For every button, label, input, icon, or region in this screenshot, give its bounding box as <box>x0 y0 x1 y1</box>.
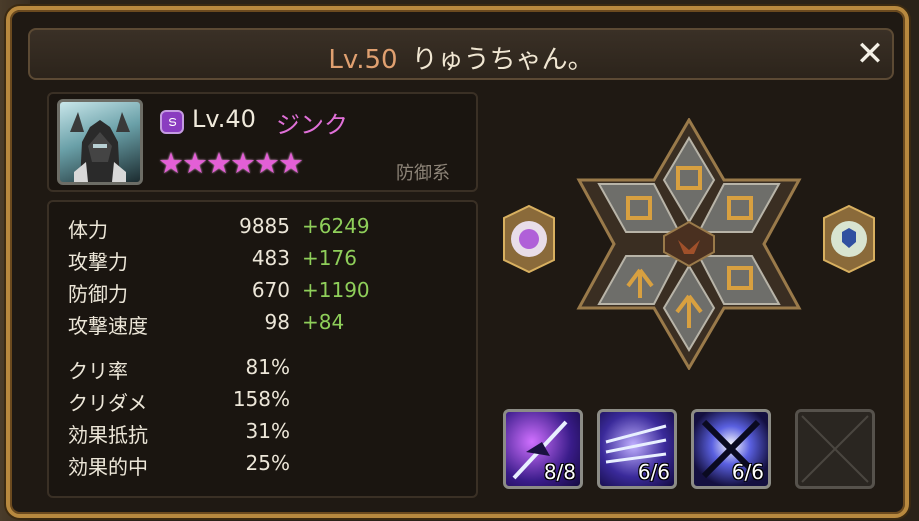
rune-slots <box>576 118 802 370</box>
star-rating: ★★★★★★ <box>158 146 304 180</box>
monster-level: Lv.40 <box>192 105 256 133</box>
stat-row-defense: 防御力 670 +1190 <box>68 278 388 310</box>
stat-label: クリダメ <box>68 391 148 415</box>
stat-base: 25% <box>245 451 290 475</box>
stat-base: 9885 <box>239 214 290 238</box>
stat-row-accuracy: 効果的中 25% <box>68 451 388 483</box>
stat-label: 攻撃力 <box>68 250 128 274</box>
stat-bonus: +6249 <box>302 214 370 238</box>
owner-level: Lv.50 <box>328 45 398 75</box>
stat-row-speed: 攻撃速度 98 +84 <box>68 310 388 342</box>
stat-row-resistance: 効果抵抗 31% <box>68 419 388 451</box>
stat-row-attack: 攻撃力 483 +176 <box>68 246 388 278</box>
stat-bonus: +1190 <box>302 278 370 302</box>
skill-3[interactable]: 6/6 <box>691 409 771 489</box>
skill-level: 6/6 <box>637 460 670 484</box>
dark-element-icon: ട <box>160 110 184 134</box>
stat-row-crit-damage: クリダメ 158% <box>68 387 388 419</box>
stat-label: クリ率 <box>68 359 128 383</box>
rune-set-left[interactable] <box>500 204 558 274</box>
monster-name: ジンク <box>276 111 348 139</box>
skill-slot-empty <box>795 409 875 489</box>
skill-2[interactable]: 6/6 <box>597 409 677 489</box>
rune-set-right[interactable] <box>820 204 878 274</box>
empty-slot-icon <box>801 415 869 483</box>
monster-portrait[interactable] <box>57 99 143 185</box>
close-button[interactable]: ✕ <box>852 36 888 72</box>
owner-name: りゅうちゃん。 <box>411 45 594 75</box>
title-bar: Lv.50 りゅうちゃん。 <box>28 28 894 80</box>
stat-base: 98 <box>264 310 290 334</box>
stat-bonus: +176 <box>302 246 357 270</box>
stat-label: 防御力 <box>68 282 128 306</box>
stat-base: 670 <box>251 278 290 302</box>
stat-base: 81% <box>245 355 290 379</box>
monster-type: 防御系 <box>396 163 450 184</box>
stat-label: 体力 <box>68 218 108 242</box>
skill-1[interactable]: 8/8 <box>503 409 583 489</box>
stat-row-crit-rate: クリ率 81% <box>68 355 388 387</box>
stat-base: 158% <box>232 387 290 411</box>
stat-label: 効果抵抗 <box>68 423 148 447</box>
skill-level: 6/6 <box>731 460 764 484</box>
title: Lv.50 りゅうちゃん。 <box>30 39 892 76</box>
stat-bonus: +84 <box>302 310 345 334</box>
skill-level: 8/8 <box>543 460 576 484</box>
stat-label: 効果的中 <box>68 455 148 479</box>
stat-base: 31% <box>245 419 290 443</box>
stat-row-hp: 体力 9885 +6249 <box>68 214 388 246</box>
knight-portrait-icon <box>70 112 130 182</box>
stat-base: 483 <box>251 246 290 270</box>
stat-label: 攻撃速度 <box>68 314 148 338</box>
